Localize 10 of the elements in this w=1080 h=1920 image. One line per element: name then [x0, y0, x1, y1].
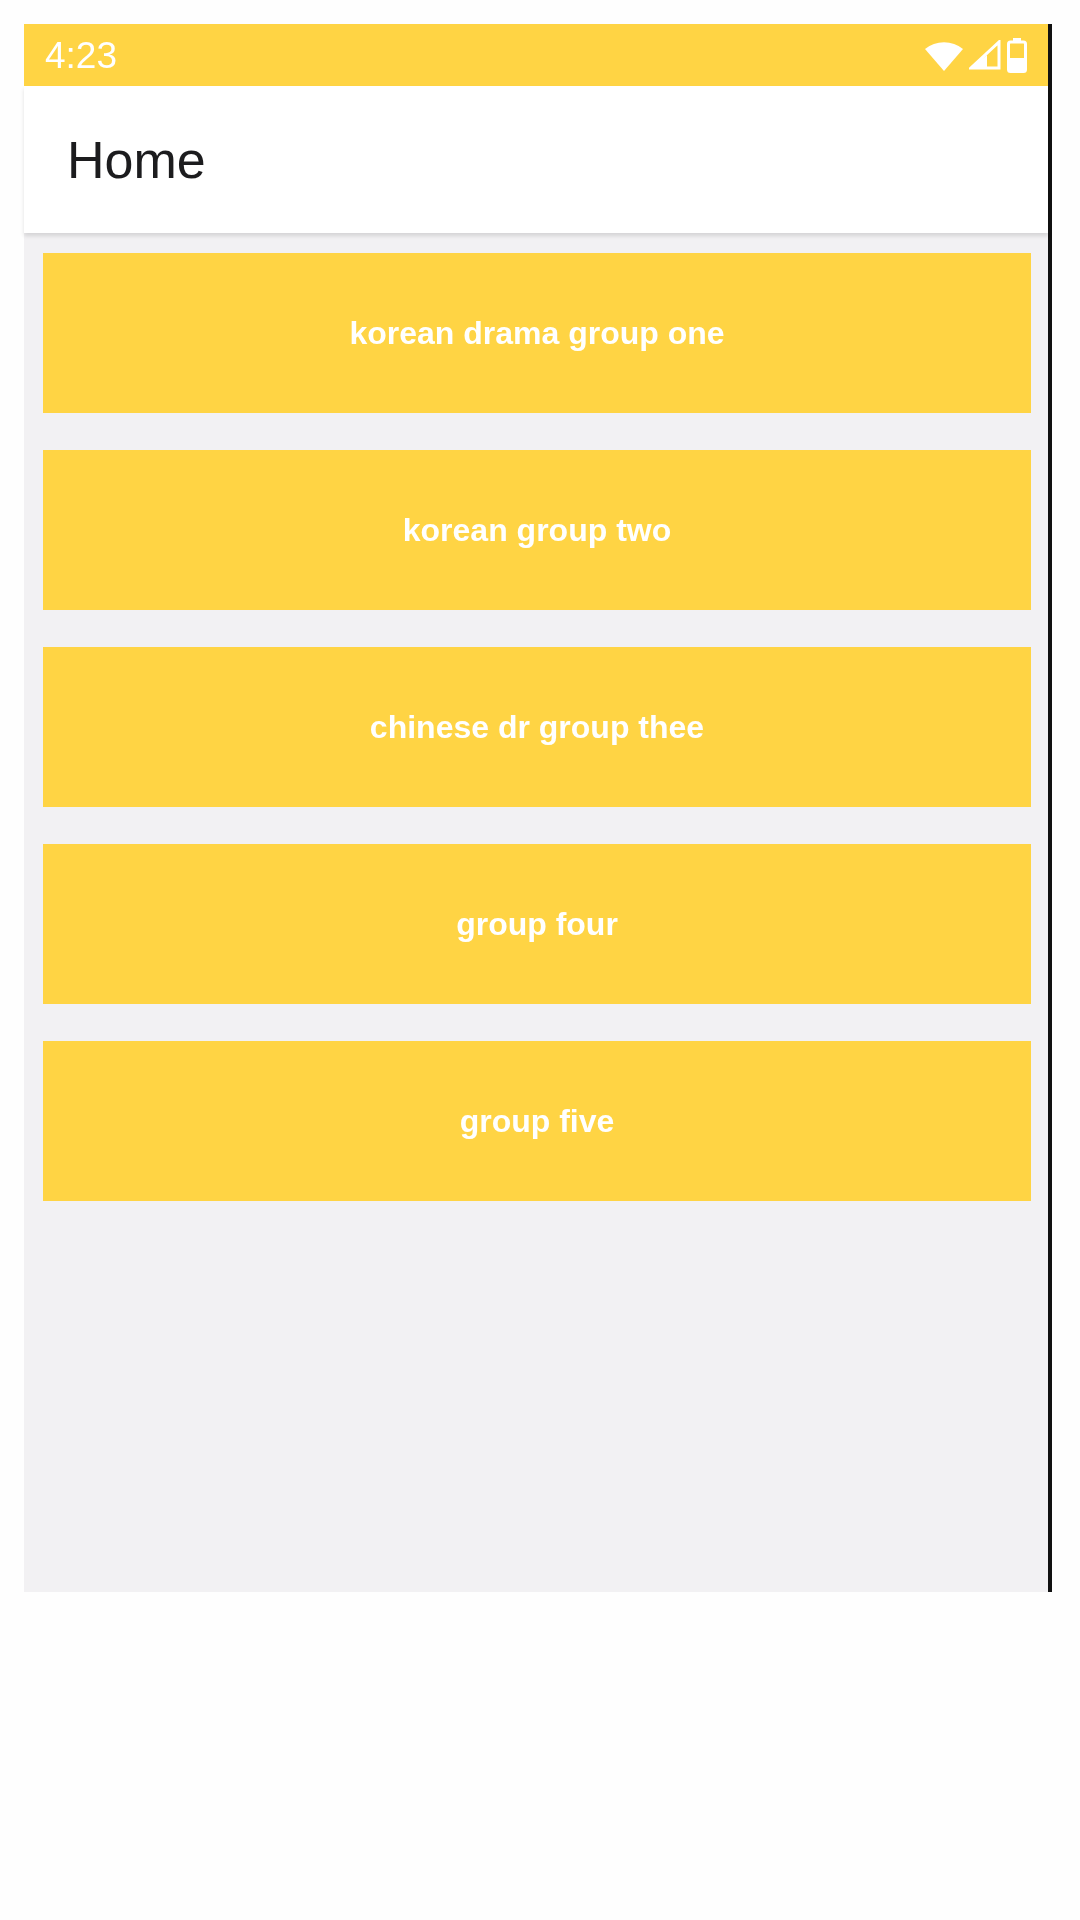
battery-icon [1007, 37, 1027, 73]
wifi-icon [925, 39, 963, 71]
group-button[interactable]: korean drama group one [43, 253, 1031, 413]
app-bar-title: Home [67, 133, 206, 186]
group-button[interactable]: group five [43, 1041, 1031, 1201]
group-button[interactable]: group four [43, 844, 1031, 1004]
group-button[interactable]: chinese dr group thee [43, 647, 1031, 807]
signal-icon [969, 40, 1001, 70]
group-button[interactable]: korean group two [43, 450, 1031, 610]
status-time: 4:23 [45, 36, 117, 74]
